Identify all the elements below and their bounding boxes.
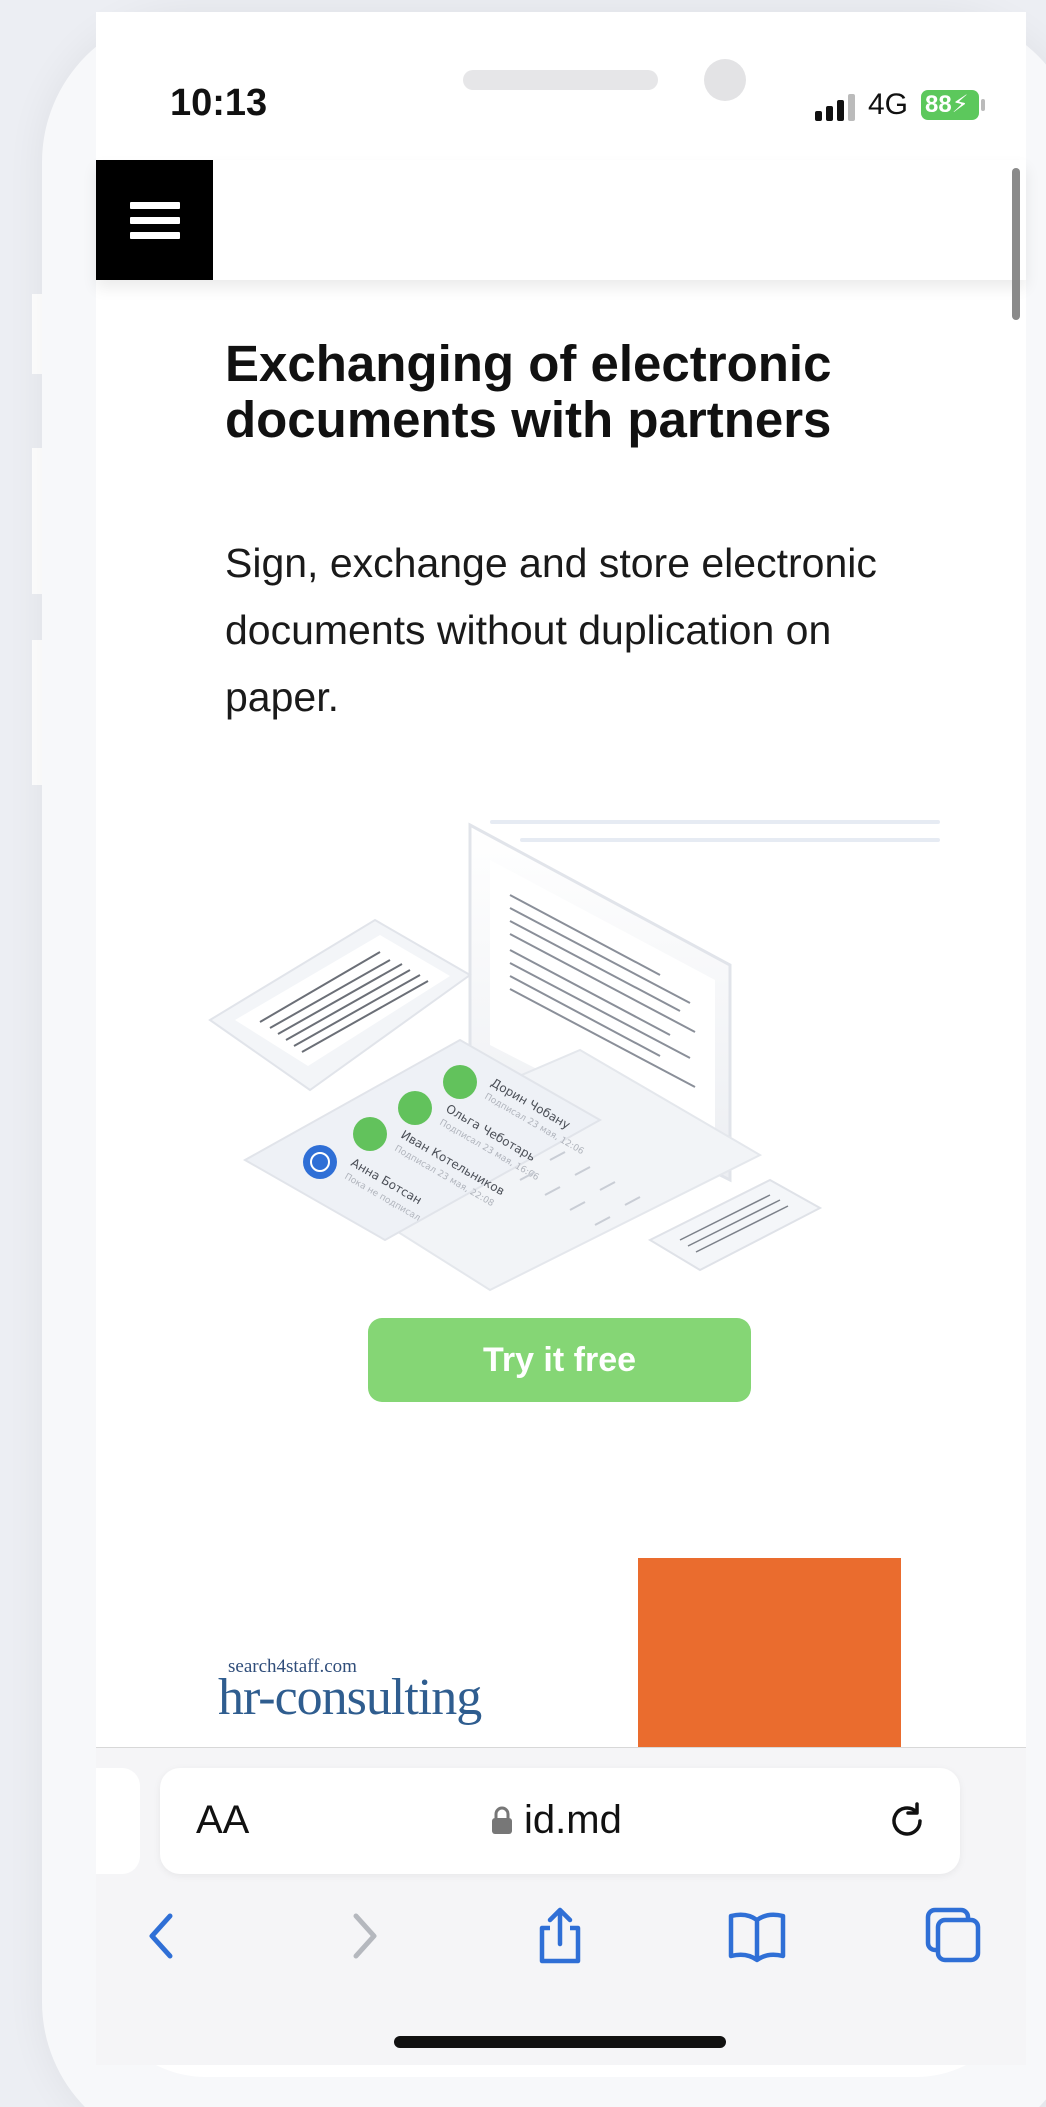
bookmarks-icon[interactable]	[727, 1906, 787, 1966]
text-size-label: AA	[196, 1798, 250, 1842]
network-label: 4G	[868, 88, 909, 121]
previous-tab-stub[interactable]	[96, 1768, 140, 1874]
scrollbar[interactable]	[1012, 168, 1020, 320]
battery-level: 88	[925, 91, 952, 118]
lock-icon	[492, 1806, 512, 1834]
try-free-button[interactable]: Try it free	[368, 1318, 751, 1402]
forward-icon[interactable]	[334, 1906, 394, 1966]
reload-icon[interactable]	[884, 1798, 930, 1844]
front-camera	[704, 59, 746, 101]
url-text: id.md	[524, 1798, 622, 1842]
tabs-icon[interactable]	[924, 1906, 984, 1966]
battery-icon: 88⚡	[921, 90, 979, 120]
page-subtitle: Sign, exchange and store electronic docu…	[225, 540, 877, 720]
hr-consulting-logo[interactable]: search4staff.com hr-consulting	[218, 1656, 488, 1726]
partner-logo-orange[interactable]	[638, 1558, 901, 1748]
share-icon[interactable]	[530, 1906, 590, 1966]
hamburger-icon[interactable]	[96, 160, 213, 280]
documents-illustration: Дорин Чобану Ольга Чеботарь Иван Котельн…	[208, 820, 940, 1292]
text-size-button[interactable]: AA	[196, 1798, 249, 1843]
site-header	[96, 160, 1026, 280]
hr-logo-text: hr-consulting	[218, 1669, 482, 1726]
signal-icon	[815, 94, 855, 121]
status-time: 10:13	[170, 82, 268, 124]
speaker-grille	[463, 70, 658, 90]
home-indicator[interactable]	[394, 2036, 726, 2048]
battery-tip	[981, 99, 985, 111]
page-title: Exchanging of electronic documents with …	[225, 335, 832, 448]
back-icon[interactable]	[132, 1906, 192, 1966]
url-display[interactable]: id.md	[490, 1798, 622, 1843]
